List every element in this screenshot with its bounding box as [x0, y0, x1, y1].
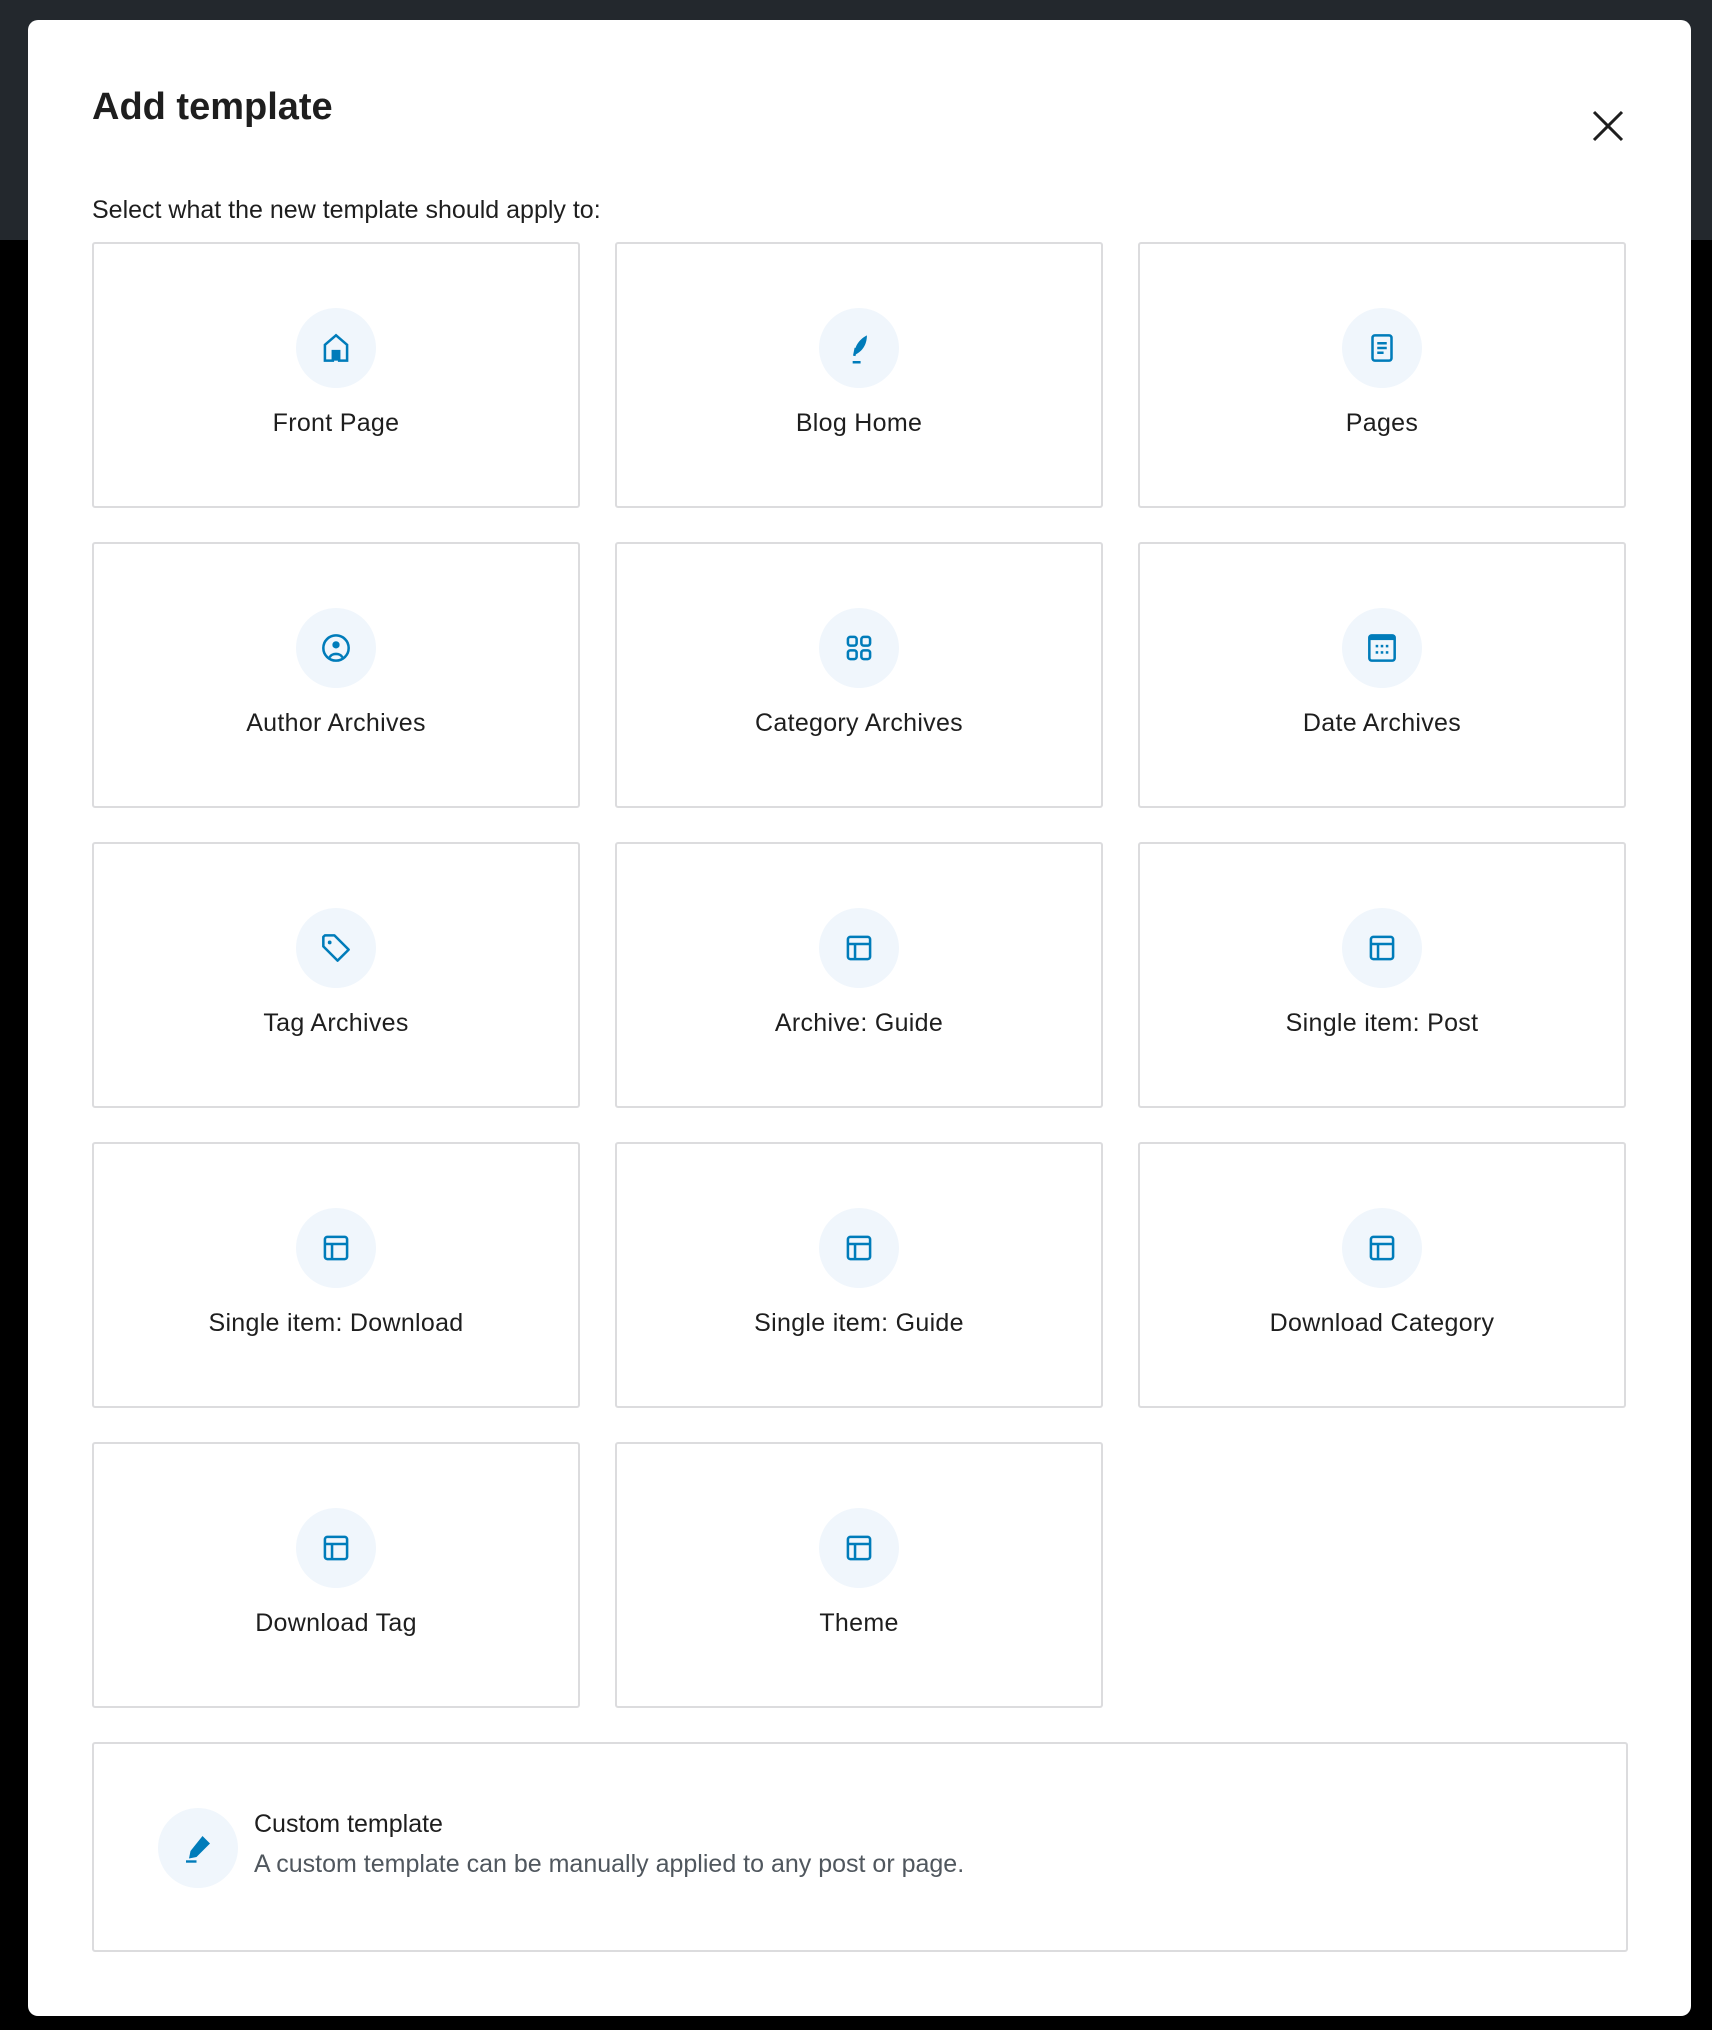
layout-icon [819, 908, 899, 988]
template-option-label: Download Tag [255, 1609, 417, 1637]
template-option-label: Pages [1345, 409, 1419, 437]
layout-icon [1342, 1208, 1422, 1288]
layout-icon [1342, 908, 1422, 988]
template-option-date-archives[interactable]: Date Archives [1138, 542, 1626, 808]
template-option-label: Download Category [1269, 1309, 1495, 1337]
template-option-pages[interactable]: Pages [1138, 242, 1626, 508]
template-option-tag-archives[interactable]: Tag Archives [92, 842, 580, 1108]
template-option-download-tag[interactable]: Download Tag [92, 1442, 580, 1708]
template-option-theme[interactable]: Theme [615, 1442, 1103, 1708]
template-option-label: Single item: Download [208, 1309, 464, 1337]
layout-icon [819, 1208, 899, 1288]
template-option-label: Theme [819, 1609, 899, 1637]
template-option-single-item-guide[interactable]: Single item: Guide [615, 1142, 1103, 1408]
close-button[interactable] [1584, 102, 1632, 150]
page-icon [1342, 308, 1422, 388]
close-icon [1592, 110, 1624, 142]
template-option-download-category[interactable]: Download Category [1138, 1142, 1626, 1408]
template-option-label: Archive: Guide [774, 1009, 944, 1037]
custom-template-title: Custom template [254, 1810, 443, 1838]
dialog-subtitle: Select what the new template should appl… [92, 196, 601, 224]
calendar-icon [1342, 608, 1422, 688]
template-option-label: Tag Archives [263, 1009, 409, 1037]
template-option-category-archives[interactable]: Category Archives [615, 542, 1103, 808]
template-option-archive-guide[interactable]: Archive: Guide [615, 842, 1103, 1108]
template-option-label: Front Page [272, 409, 400, 437]
template-option-label: Single item: Guide [754, 1309, 964, 1337]
layout-icon [296, 1208, 376, 1288]
custom-template-button[interactable]: Custom template A custom template can be… [92, 1742, 1628, 1952]
template-option-blog-home[interactable]: Blog Home [615, 242, 1103, 508]
custom-template-description: A custom template can be manually applie… [254, 1850, 965, 1878]
template-option-label: Category Archives [755, 709, 963, 737]
template-option-label: Single item: Post [1285, 1009, 1479, 1037]
tag-icon [296, 908, 376, 988]
dialog-title: Add template [92, 86, 333, 128]
feather-icon [819, 308, 899, 388]
template-option-front-page[interactable]: Front Page [92, 242, 580, 508]
layout-icon [819, 1508, 899, 1588]
template-option-single-item-post[interactable]: Single item: Post [1138, 842, 1626, 1108]
template-option-author-archives[interactable]: Author Archives [92, 542, 580, 808]
template-option-label: Author Archives [246, 709, 426, 737]
add-template-dialog: Add template Select what the new templat… [28, 20, 1691, 2016]
template-option-label: Blog Home [795, 409, 923, 437]
layout-icon [296, 1508, 376, 1588]
category-icon [819, 608, 899, 688]
home-icon [296, 308, 376, 388]
user-circle-icon [296, 608, 376, 688]
template-option-single-item-download[interactable]: Single item: Download [92, 1142, 580, 1408]
pencil-icon [158, 1808, 238, 1888]
template-option-label: Date Archives [1302, 709, 1462, 737]
